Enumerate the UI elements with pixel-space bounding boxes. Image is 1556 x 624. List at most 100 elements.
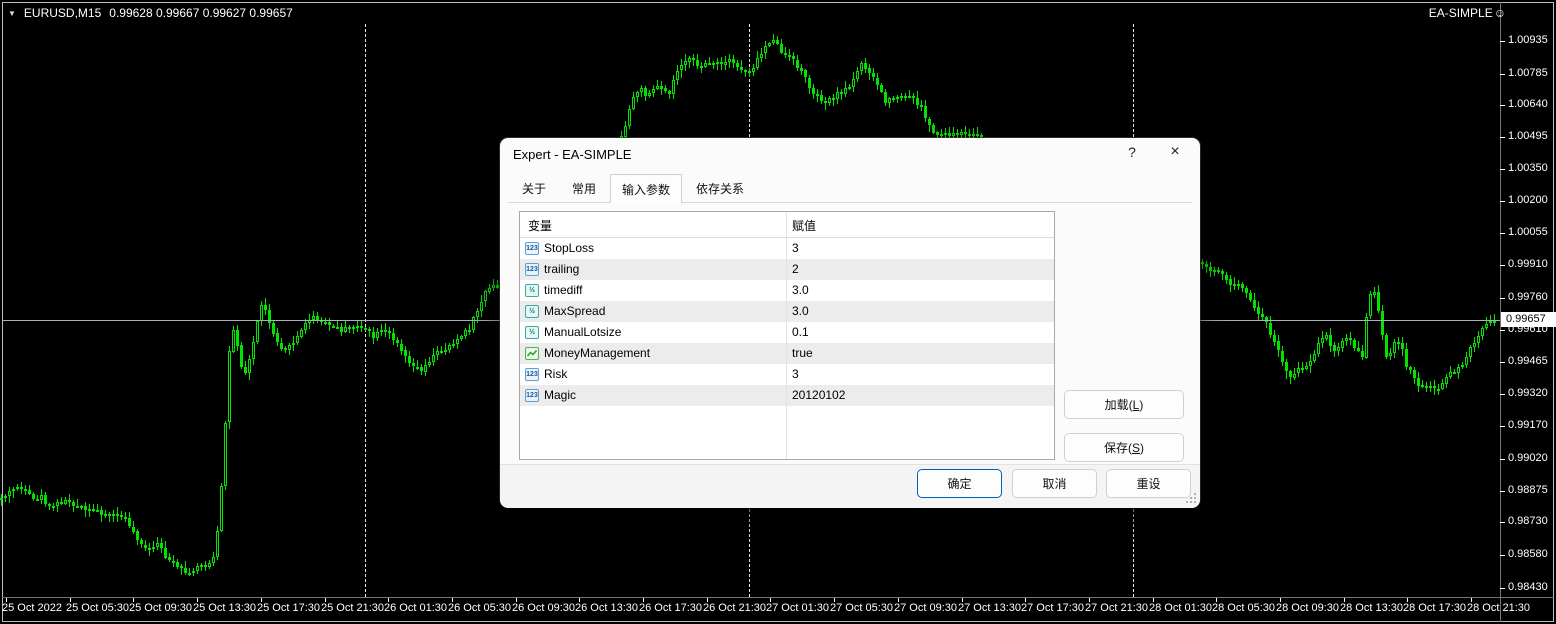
candle (480, 302, 483, 311)
current-price-badge: 0.99657 (1501, 312, 1556, 327)
candle (968, 134, 971, 136)
tab-关于[interactable]: 关于 (510, 175, 558, 202)
candle (1361, 351, 1364, 357)
candle (328, 322, 331, 325)
candle (108, 514, 111, 516)
candle (436, 351, 439, 355)
candle (1337, 347, 1340, 351)
candle-wick (841, 89, 842, 100)
candle (144, 545, 147, 548)
time-tick (1089, 598, 1090, 602)
load-mnemonic: L (1132, 397, 1140, 412)
candle (192, 571, 195, 573)
param-value[interactable]: 20120102 (792, 385, 845, 406)
candle (1445, 377, 1448, 384)
candle (400, 344, 403, 351)
ok-button[interactable]: 确定 (917, 469, 1002, 498)
candle (292, 343, 295, 345)
candle (1401, 343, 1404, 349)
param-row-ManualLotsize[interactable]: ½ ManualLotsize 0.1 (520, 322, 1054, 343)
time-axis-label: 28 Oct 13:30 (1340, 602, 1403, 614)
candle (832, 98, 835, 100)
load-button[interactable]: 加载(L) (1064, 390, 1184, 419)
candle (1481, 328, 1484, 336)
candle (852, 79, 855, 87)
candle (84, 506, 87, 510)
candle (8, 491, 11, 496)
reset-button[interactable]: 重设 (1106, 469, 1191, 498)
candle (20, 487, 23, 489)
candle (240, 345, 243, 367)
candle (476, 311, 479, 317)
candle (52, 506, 55, 508)
param-value[interactable]: 2 (792, 259, 799, 280)
param-row-trailing[interactable]: 123 trailing 2 (520, 259, 1054, 280)
tab-输入参数[interactable]: 输入参数 (610, 174, 683, 203)
dialog-tabstrip: 关于 常用 输入参数 依存关系 (510, 174, 758, 203)
candle (948, 133, 951, 136)
cancel-button[interactable]: 取消 (1012, 469, 1097, 498)
param-row-StopLoss[interactable]: 123 StopLoss 3 (520, 238, 1054, 259)
candle (408, 356, 411, 363)
candle (744, 70, 747, 72)
candle (212, 557, 215, 563)
param-value[interactable]: 3 (792, 364, 799, 385)
candle (1353, 340, 1356, 348)
param-row-MoneyManagement[interactable]: MoneyManagement true (520, 343, 1054, 364)
candle (452, 344, 455, 346)
param-value[interactable]: 0.1 (792, 322, 809, 343)
candle (1333, 345, 1336, 351)
candle (696, 60, 699, 66)
param-value[interactable]: 3.0 (792, 301, 809, 322)
candle (280, 343, 283, 349)
help-button[interactable]: ? (1122, 144, 1142, 166)
candle (1225, 275, 1228, 280)
price-axis-label: 1.00935 (1508, 34, 1548, 46)
candle (752, 68, 755, 72)
candle (932, 125, 935, 133)
candle (356, 326, 359, 328)
param-name: ManualLotsize (544, 325, 622, 339)
close-icon[interactable]: × (1162, 143, 1188, 167)
expert-properties-dialog: Expert - EA-SIMPLE ? × 关于 常用 输入参数 依存关系 变量 赋… (500, 138, 1200, 508)
resize-grip[interactable] (1186, 493, 1196, 503)
save-button[interactable]: 保存(S) (1064, 433, 1184, 462)
param-name: trailing (544, 262, 580, 276)
param-value[interactable]: 3.0 (792, 280, 809, 301)
param-value[interactable]: 3 (792, 238, 799, 259)
save-button-label-end: ) (1140, 440, 1144, 455)
param-row-Risk[interactable]: 123 Risk 3 (520, 364, 1054, 385)
candle (804, 70, 807, 77)
candle (944, 133, 947, 135)
candle (720, 62, 723, 64)
candle (1345, 338, 1348, 341)
candle (92, 509, 95, 511)
ea-name-label: EA-SIMPLE (1428, 6, 1493, 20)
time-tick (1280, 598, 1281, 602)
ea-tag[interactable]: EA-SIMPLE ☺ (1429, 6, 1506, 20)
tab-常用[interactable]: 常用 (560, 175, 608, 202)
candle (716, 62, 719, 64)
candle (304, 323, 307, 330)
price-axis-label: 1.00200 (1508, 194, 1548, 206)
candle (164, 548, 167, 558)
candle (464, 330, 467, 336)
candle (344, 327, 347, 332)
param-value[interactable]: true (792, 343, 813, 364)
param-row-timediff[interactable]: ½ timediff 3.0 (520, 280, 1054, 301)
candle (680, 65, 683, 70)
tab-依存关系[interactable]: 依存关系 (684, 175, 756, 202)
candle (1413, 370, 1416, 378)
candle (632, 97, 635, 109)
candle (860, 63, 863, 71)
candle (868, 68, 871, 73)
candle (692, 58, 695, 60)
param-row-Magic[interactable]: 123 Magic 20120102 (520, 385, 1054, 406)
candle (140, 540, 143, 544)
param-row-MaxSpread[interactable]: ½ MaxSpread 3.0 (520, 301, 1054, 322)
candle (80, 506, 83, 508)
candle (260, 305, 263, 321)
time-tick (962, 598, 963, 602)
load-button-label: 加载( (1104, 398, 1133, 412)
candle (40, 495, 43, 500)
